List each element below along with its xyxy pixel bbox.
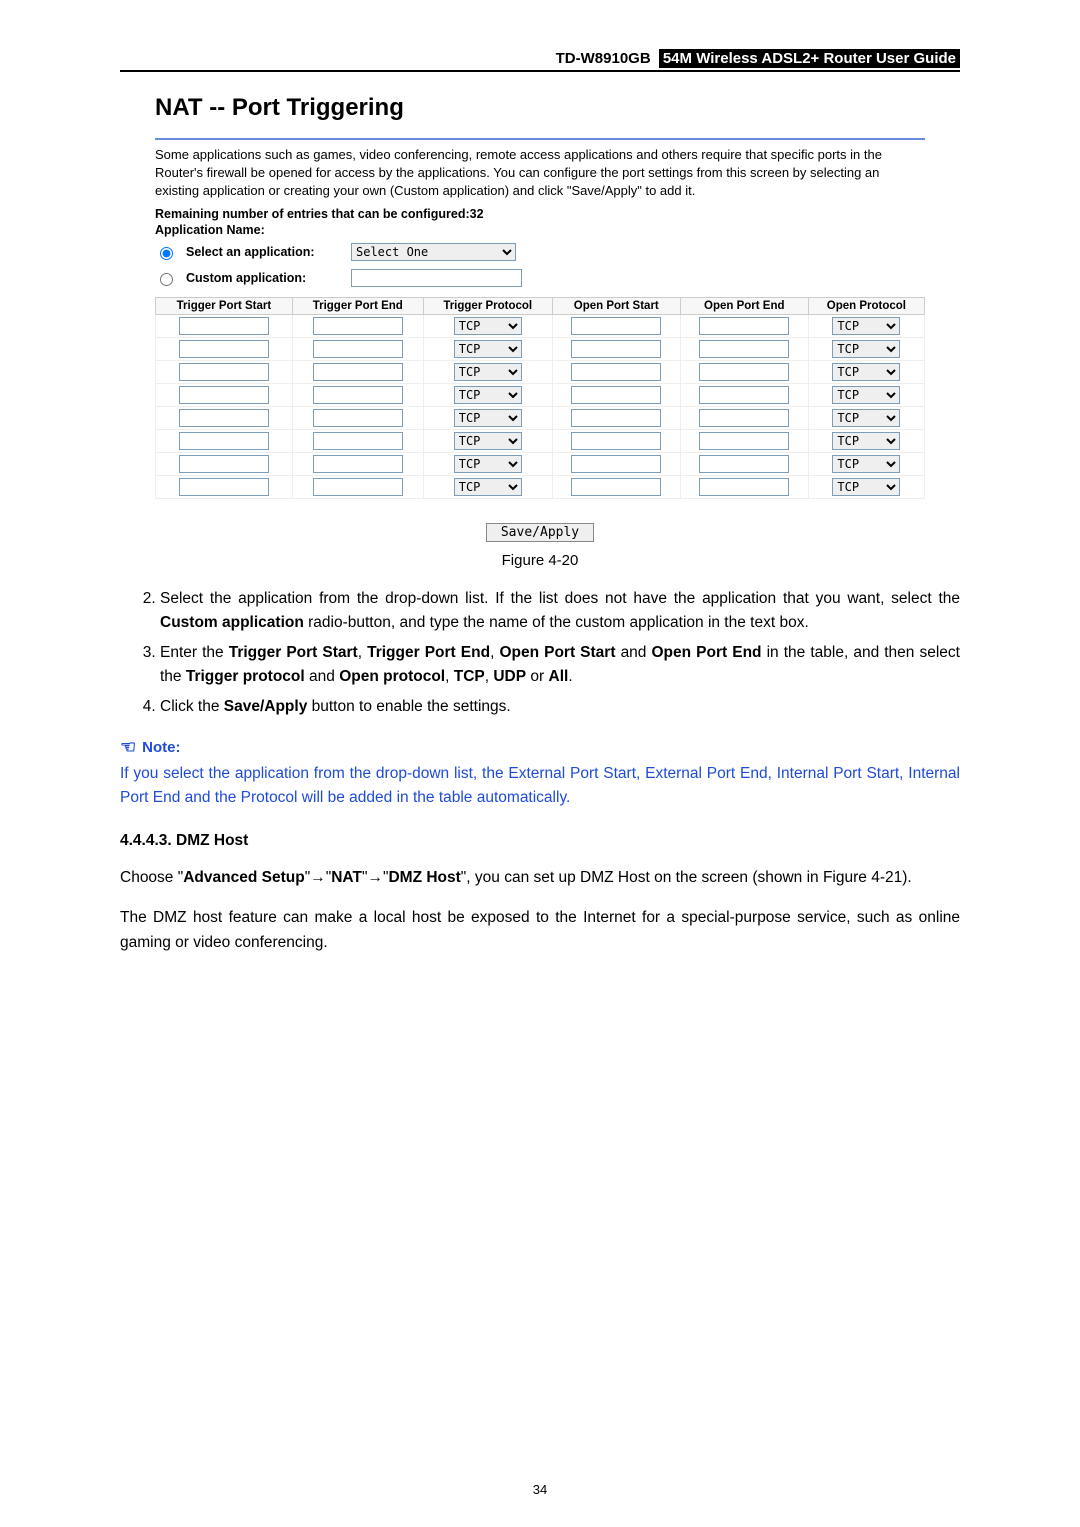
page-number: 34 (0, 1482, 1080, 1497)
custom-application-row: Custom application: (155, 269, 925, 287)
table-row: TCP TCP (156, 360, 925, 383)
dmz-paragraph-1: Choose "Advanced Setup"→"NAT"→"DMZ Host"… (120, 866, 960, 891)
trigger-protocol-select[interactable]: TCP (454, 409, 522, 427)
custom-application-radio[interactable] (160, 273, 173, 286)
open-protocol-select[interactable]: TCP (832, 386, 900, 404)
open-protocol-select[interactable]: TCP (832, 432, 900, 450)
open-port-end-input[interactable] (699, 455, 789, 473)
table-row: TCP TCP (156, 452, 925, 475)
trigger-port-end-input[interactable] (313, 386, 403, 404)
trigger-port-end-input[interactable] (313, 317, 403, 335)
remaining-entries: Remaining number of entries that can be … (155, 207, 925, 221)
trigger-port-start-input[interactable] (179, 340, 269, 358)
figure-caption: Figure 4-20 (120, 552, 960, 569)
trigger-port-end-input[interactable] (313, 478, 403, 496)
page-header: TD-W8910GB 54M Wireless ADSL2+ Router Us… (120, 50, 960, 72)
open-port-end-input[interactable] (699, 432, 789, 450)
divider (155, 138, 925, 140)
select-application-label: Select an application: (186, 245, 341, 259)
trigger-port-start-input[interactable] (179, 455, 269, 473)
table-row: TCP TCP (156, 475, 925, 498)
open-port-end-input[interactable] (699, 340, 789, 358)
trigger-port-start-input[interactable] (179, 386, 269, 404)
table-header: Open Port Start (552, 297, 680, 314)
table-header: Open Protocol (808, 297, 924, 314)
step-4: Click the Save/Apply button to enable th… (160, 695, 960, 719)
trigger-port-end-input[interactable] (313, 455, 403, 473)
open-port-end-input[interactable] (699, 317, 789, 335)
table-row: TCP TCP (156, 383, 925, 406)
open-protocol-select[interactable]: TCP (832, 363, 900, 381)
open-port-end-input[interactable] (699, 478, 789, 496)
trigger-port-end-input[interactable] (313, 432, 403, 450)
save-apply-button[interactable]: Save/Apply (486, 523, 594, 542)
open-protocol-select[interactable]: TCP (832, 340, 900, 358)
panel-description: Some applications such as games, video c… (155, 146, 925, 201)
trigger-protocol-select[interactable]: TCP (454, 478, 522, 496)
note-header: ☞ Note: (120, 737, 960, 758)
trigger-protocol-select[interactable]: TCP (454, 363, 522, 381)
open-port-start-input[interactable] (571, 478, 661, 496)
table-row: TCP TCP (156, 337, 925, 360)
trigger-port-start-input[interactable] (179, 478, 269, 496)
open-protocol-select[interactable]: TCP (832, 478, 900, 496)
open-port-start-input[interactable] (571, 455, 661, 473)
note-body: If you select the application from the d… (120, 762, 960, 810)
pointing-hand-icon: ☞ (120, 737, 136, 758)
open-port-start-input[interactable] (571, 363, 661, 381)
table-row: TCP TCP (156, 314, 925, 337)
table-header: Trigger Port Start (156, 297, 293, 314)
application-dropdown[interactable]: Select One (351, 243, 516, 261)
custom-application-label: Custom application: (186, 271, 341, 285)
open-port-end-input[interactable] (699, 386, 789, 404)
port-trigger-table: Trigger Port StartTrigger Port EndTrigge… (155, 297, 925, 499)
router-config-panel: NAT -- Port Triggering Some applications… (155, 94, 925, 542)
open-port-end-input[interactable] (699, 363, 789, 381)
trigger-protocol-select[interactable]: TCP (454, 340, 522, 358)
trigger-port-start-input[interactable] (179, 432, 269, 450)
application-name-label: Application Name: (155, 223, 925, 237)
open-port-start-input[interactable] (571, 340, 661, 358)
open-protocol-select[interactable]: TCP (832, 409, 900, 427)
trigger-port-end-input[interactable] (313, 340, 403, 358)
trigger-port-start-input[interactable] (179, 409, 269, 427)
open-port-end-input[interactable] (699, 409, 789, 427)
trigger-protocol-select[interactable]: TCP (454, 386, 522, 404)
table-header: Trigger Port End (292, 297, 423, 314)
trigger-port-start-input[interactable] (179, 363, 269, 381)
open-port-start-input[interactable] (571, 317, 661, 335)
select-application-row: Select an application: Select One (155, 243, 925, 261)
header-model: TD-W8910GB (556, 50, 651, 67)
dmz-paragraph-2: The DMZ host feature can make a local ho… (120, 906, 960, 956)
panel-title: NAT -- Port Triggering (155, 94, 925, 122)
table-row: TCP TCP (156, 429, 925, 452)
table-header: Trigger Protocol (423, 297, 552, 314)
table-row: TCP TCP (156, 406, 925, 429)
step-2: Select the application from the drop-dow… (160, 587, 960, 635)
open-port-start-input[interactable] (571, 432, 661, 450)
open-protocol-select[interactable]: TCP (832, 455, 900, 473)
open-port-start-input[interactable] (571, 386, 661, 404)
step-3: Enter the Trigger Port Start, Trigger Po… (160, 641, 960, 689)
note-label: Note: (142, 739, 180, 756)
custom-application-input[interactable] (351, 269, 522, 287)
trigger-port-end-input[interactable] (313, 363, 403, 381)
trigger-protocol-select[interactable]: TCP (454, 455, 522, 473)
open-protocol-select[interactable]: TCP (832, 317, 900, 335)
trigger-protocol-select[interactable]: TCP (454, 317, 522, 335)
trigger-protocol-select[interactable]: TCP (454, 432, 522, 450)
open-port-start-input[interactable] (571, 409, 661, 427)
table-header: Open Port End (680, 297, 808, 314)
section-heading: 4.4.4.3. DMZ Host (120, 832, 960, 850)
select-application-radio[interactable] (160, 247, 173, 260)
trigger-port-end-input[interactable] (313, 409, 403, 427)
instruction-list: Select the application from the drop-dow… (120, 587, 960, 719)
header-subtitle: 54M Wireless ADSL2+ Router User Guide (659, 49, 960, 68)
trigger-port-start-input[interactable] (179, 317, 269, 335)
